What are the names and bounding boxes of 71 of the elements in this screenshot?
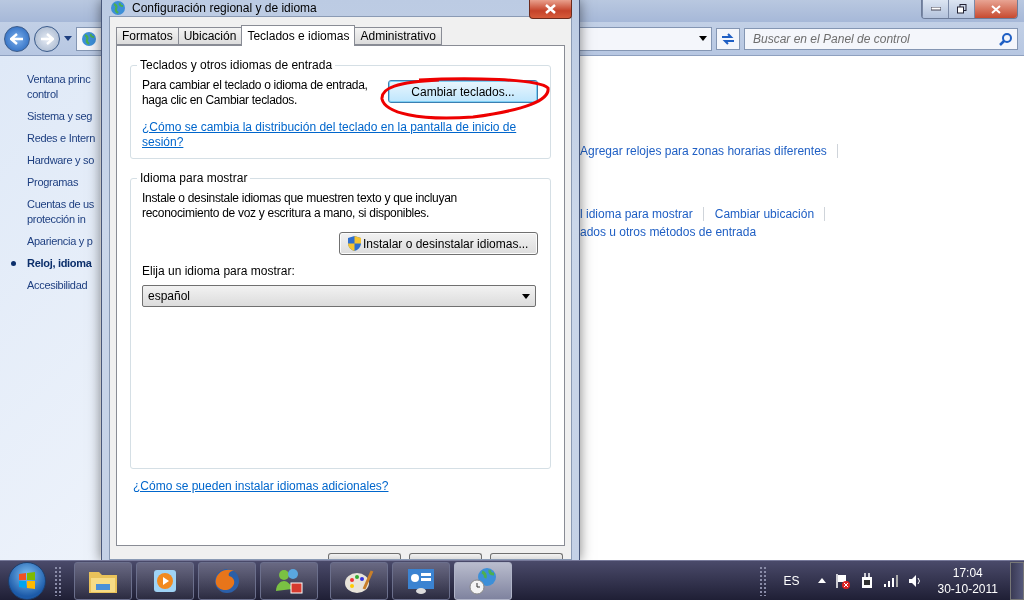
sidebar-link[interactable]: Cuentas de us protección in [0,197,100,227]
taskbar-app-button[interactable] [454,561,512,600]
show-desktop-button[interactable] [1010,561,1024,600]
dialog-title: Configuración regional y de idioma [132,1,317,15]
restore-button[interactable] [948,0,974,18]
signal-bars-icon[interactable] [883,574,898,587]
globe-icon [110,0,126,16]
dialog-button[interactable] [409,553,482,559]
taskbar-app-button[interactable] [74,561,132,600]
taskbar-app-button[interactable] [260,561,318,600]
up-arrow-icon[interactable] [817,578,826,583]
start-button[interactable] [8,561,46,600]
close-icon [545,4,556,14]
restore-icon [956,4,967,14]
language-indicator[interactable]: ES [783,573,800,588]
help-link[interactable]: ¿Cómo se pueden instalar idiomas adicionales? [133,479,551,494]
task-link[interactable]: ados u otros métodos de entrada [578,225,767,239]
tab[interactable]: Administrativo [354,27,442,45]
dashboard-icon [406,566,436,595]
group-title: Idioma para mostrar [139,171,249,185]
sidebar-link[interactable]: Apariencia y p [0,234,100,249]
install-languages-button[interactable]: Instalar o desinstalar idiomas... [339,232,538,255]
search-icon [999,32,1012,46]
sidebar-link[interactable]: Accesibilidad [0,278,100,293]
refresh-arrows-icon [721,31,735,46]
taskbar-app-button[interactable] [392,561,450,600]
play-icon [152,567,178,594]
dialog-close-button[interactable] [529,0,572,19]
tab[interactable]: Teclados e idiomas [241,25,356,46]
taskbar-app-button[interactable] [136,561,194,600]
refresh-button[interactable] [716,27,740,50]
sidebar-link[interactable]: Sistema y seg [0,109,100,124]
back-arrow-icon [10,32,24,45]
power-plug-icon[interactable] [859,572,874,589]
back-button[interactable] [4,25,30,52]
sidebar-link[interactable]: Hardware y so [0,153,100,168]
globe-clock-icon [468,565,498,596]
sidebar-link[interactable]: Programas [0,175,100,190]
minimize-icon [930,7,941,11]
fox-globe-icon [213,566,241,595]
change-keyboards-button[interactable]: Cambiar teclados... [388,80,538,103]
sidebar-link[interactable]: Ventana princ control [0,72,100,102]
instruction-text: Para cambiar el teclado o idioma de entrada, haga clic en Cambiar teclados. [142,78,369,108]
forward-button[interactable] [34,25,60,52]
tab[interactable]: Ubicación [177,27,243,45]
sidebar-link[interactable]: Reloj, idioma [0,256,100,271]
taskbar-app-button[interactable] [330,561,388,600]
shield-icon [348,236,361,251]
group-title: Teclados y otros idiomas de entrada [139,58,334,72]
task-link[interactable]: Cambiar ubicación [712,207,826,221]
tab[interactable]: Formatos [116,27,179,45]
close-button[interactable] [974,0,1017,18]
windows-logo-icon [18,571,36,590]
people-icon [274,566,304,595]
select-label: Elija un idioma para mostrar: [142,264,296,278]
forward-arrow-icon [40,32,54,45]
dropdown-arrow-icon [699,36,707,41]
instruction-text: Instale o desinstale idiomas que muestren texto y que incluyan reconocimiento de voz y escritura a mano, si disponibles. [142,191,458,221]
search-field[interactable]: Buscar en el Panel de control [744,27,1018,50]
sidebar-link[interactable]: Redes e Intern [0,131,100,146]
close-icon [991,4,1001,14]
globe-icon [81,30,97,47]
flag-icon[interactable] [835,572,850,589]
speaker-icon[interactable] [907,573,922,588]
dropdown-arrow-icon [522,293,530,299]
dropdown-arrow-icon[interactable] [64,36,72,41]
clock[interactable]: 17:04 30-10-2011 [937,564,998,597]
dialog-button[interactable] [328,553,401,559]
dialog-button[interactable] [490,553,563,559]
help-link[interactable]: ¿Cómo se cambia la distribución del teclado en la pantalla de inicio de sesión? [142,120,538,150]
language-dropdown[interactable]: español [142,285,536,307]
